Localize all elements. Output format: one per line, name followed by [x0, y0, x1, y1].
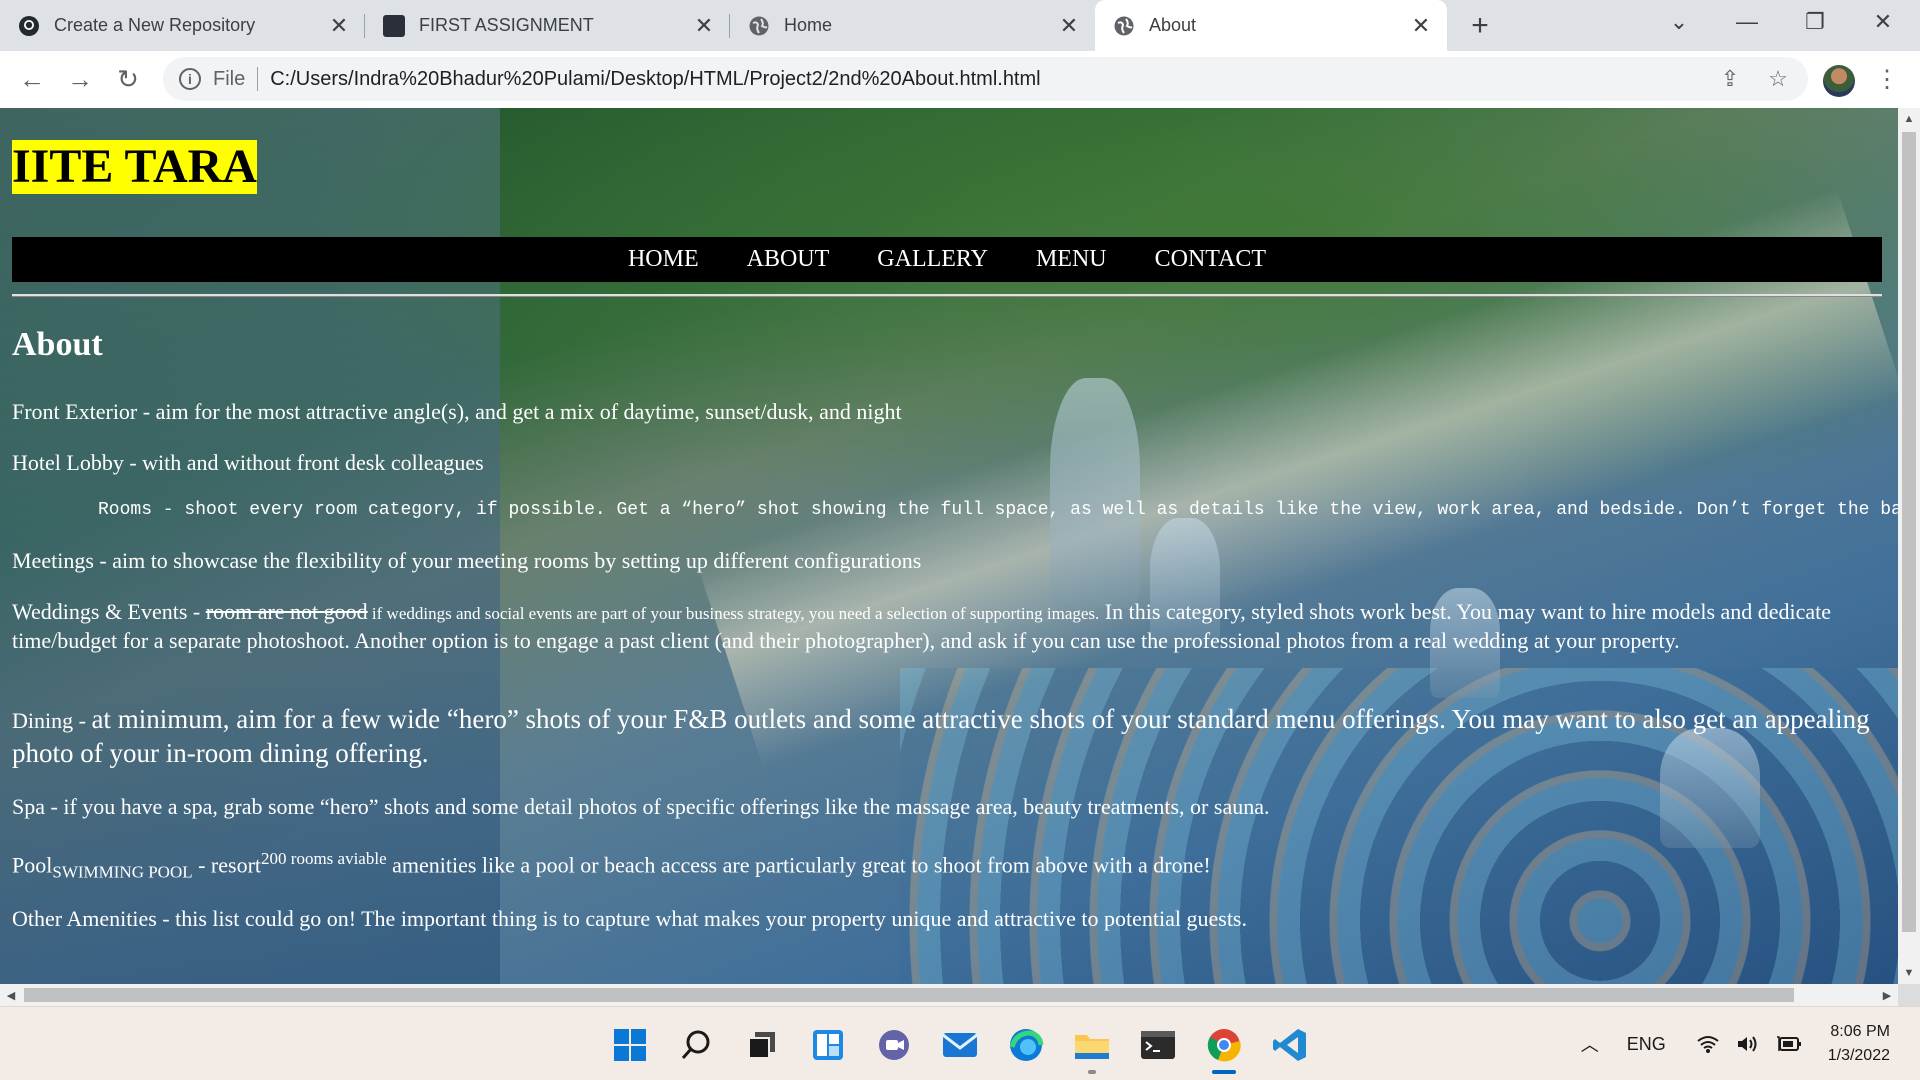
language-indicator[interactable]: ENG — [1627, 1034, 1666, 1055]
tab-label: About — [1149, 15, 1197, 35]
new-tab-button[interactable]: + — [1462, 8, 1498, 44]
main-nav: HOME ABOUT GALLERY MENU CONTACT — [12, 237, 1882, 282]
weddings-lead: Weddings & Events - — [12, 599, 206, 624]
tab-home[interactable]: Home ✕ — [730, 0, 1095, 51]
mail-icon[interactable] — [940, 1025, 980, 1065]
image-favicon — [383, 14, 405, 37]
site-title: IITE TARA — [12, 140, 257, 194]
horizontal-rule — [12, 294, 1882, 297]
tab-strip: Create a New Repository ✕ FIRST ASSIGNME… — [0, 0, 1920, 51]
reload-button[interactable]: ↻ — [110, 61, 146, 97]
url-scheme: File — [213, 67, 246, 90]
url-text[interactable]: C:/Users/Indra%20Bhadur%20Pulami/Desktop… — [270, 68, 1040, 91]
close-tab-icon[interactable]: ✕ — [1053, 10, 1085, 42]
globe-icon — [1113, 15, 1135, 37]
pool-rest: amenities like a pool or beach access ar… — [386, 852, 1211, 878]
show-hidden-icons-icon[interactable]: ︿ — [1581, 1031, 1599, 1057]
nav-contact[interactable]: CONTACT — [1155, 246, 1266, 273]
meetings-text: Meetings - aim to showcase the flexibili… — [12, 548, 922, 573]
weddings-small-text: if weddings and social events are part o… — [367, 604, 1100, 623]
front-exterior-text: Front Exterior - aim for the most attrac… — [12, 399, 902, 424]
vscode-icon[interactable] — [1270, 1025, 1310, 1065]
scroll-up-icon[interactable]: ▲ — [1902, 112, 1916, 126]
bookmark-star-icon[interactable]: ☆ — [1760, 61, 1796, 97]
scroll-down-icon[interactable]: ▼ — [1902, 966, 1916, 980]
browser-toolbar: ← → ↻ i File C:/Users/Indra%20Bhadur%20P… — [0, 51, 1920, 109]
nav-about[interactable]: ABOUT — [747, 246, 830, 273]
terminal-icon[interactable] — [1138, 1025, 1178, 1065]
nav-gallery[interactable]: GALLERY — [877, 246, 988, 273]
forward-button[interactable]: → — [62, 61, 98, 97]
weddings-struck-text: room are not good — [205, 599, 368, 624]
spa-text: Spa - if you have a spa, grab some “hero… — [12, 794, 1270, 819]
taskbar: ︿ ENG 8:06 PM 1/3/2022 — [0, 1006, 1920, 1080]
page-heading: About — [12, 326, 103, 363]
nav-home[interactable]: HOME — [628, 246, 699, 273]
dining-paragraph: Dining - at minimum, aim for a few wide … — [12, 703, 1882, 771]
dining-big-text: at minimum, aim for a few wide “hero” sh… — [12, 704, 1870, 768]
chrome-icon[interactable] — [1204, 1025, 1244, 1074]
horizontal-scrollbar[interactable]: ◀ ▶ — [0, 984, 1898, 1006]
profile-avatar[interactable] — [1823, 65, 1855, 97]
tab-first-assignment[interactable]: FIRST ASSIGNMENT ✕ — [365, 0, 730, 51]
widgets-icon[interactable] — [808, 1025, 848, 1065]
clock-date: 1/3/2022 — [1827, 1047, 1890, 1064]
search-icon[interactable] — [676, 1025, 716, 1065]
share-icon[interactable]: ⇪ — [1712, 61, 1748, 97]
vertical-scrollbar[interactable]: ▲ ▼ — [1898, 108, 1920, 984]
pool-lead: Pool — [12, 852, 53, 878]
globe-icon — [748, 15, 770, 37]
close-window-button[interactable]: ✕ — [1850, 0, 1916, 44]
clock[interactable]: 8:06 PM 1/3/2022 — [1828, 1020, 1890, 1068]
weddings-paragraph: Weddings & Events - room are not good if… — [12, 598, 1882, 654]
chat-icon[interactable] — [874, 1025, 914, 1065]
hotel-lobby-text: Hotel Lobby - with and without front des… — [12, 450, 484, 475]
page-viewport: IITE TARA HOME ABOUT GALLERY MENU CONTAC… — [0, 108, 1898, 984]
dining-lead: Dining - — [12, 708, 92, 733]
tab-search-icon[interactable]: ⌄ — [1646, 0, 1712, 44]
pool-superscript: 200 rooms aviable — [261, 849, 387, 868]
pool-mid: - resort — [192, 852, 262, 878]
close-tab-icon[interactable]: ✕ — [688, 10, 720, 42]
tab-label: Create a New Repository — [54, 15, 256, 35]
address-bar[interactable]: i File C:/Users/Indra%20Bhadur%20Pulami/… — [163, 57, 1808, 101]
github-icon — [18, 15, 40, 37]
scroll-left-icon[interactable]: ◀ — [4, 988, 18, 1002]
wifi-icon[interactable] — [1696, 1034, 1720, 1054]
scroll-right-icon[interactable]: ▶ — [1880, 988, 1894, 1002]
horizontal-scroll-thumb[interactable] — [24, 988, 1794, 1002]
restore-button[interactable]: ❐ — [1782, 0, 1848, 44]
edge-icon[interactable] — [1006, 1025, 1046, 1065]
close-tab-icon[interactable]: ✕ — [323, 10, 355, 42]
tab-label: FIRST ASSIGNMENT — [419, 15, 594, 35]
volume-icon[interactable] — [1736, 1034, 1760, 1054]
start-icon[interactable] — [610, 1025, 650, 1065]
system-tray: ︿ ENG 8:06 PM 1/3/2022 — [1573, 1007, 1920, 1080]
file-explorer-icon[interactable] — [1072, 1025, 1112, 1074]
vertical-scroll-thumb[interactable] — [1902, 132, 1916, 932]
tab-about[interactable]: About ✕ — [1095, 0, 1447, 51]
tab-label: Home — [784, 15, 833, 35]
nav-menu[interactable]: MENU — [1036, 246, 1107, 273]
pool-paragraph: PoolSWIMMING POOL - resort200 rooms avia… — [12, 845, 1882, 886]
minimize-button[interactable]: — — [1714, 0, 1780, 44]
rooms-text: Rooms - shoot every room category, if po… — [98, 500, 1898, 520]
battery-icon[interactable] — [1776, 1035, 1802, 1053]
other-amenities-text: Other Amenities - this list could go on!… — [12, 906, 1247, 931]
divider — [257, 67, 259, 91]
pool-subscript: SWIMMING POOL — [52, 862, 193, 882]
back-button[interactable]: ← — [14, 61, 50, 97]
close-tab-icon[interactable]: ✕ — [1405, 10, 1437, 42]
more-menu-icon[interactable]: ⋮ — [1872, 61, 1902, 97]
info-icon[interactable]: i — [179, 68, 201, 90]
scrollbar-corner — [1898, 984, 1920, 1006]
clock-time: 8:06 PM — [1830, 1023, 1890, 1040]
tab-create-repository[interactable]: Create a New Repository ✕ — [0, 0, 365, 51]
task-view-icon[interactable] — [742, 1025, 782, 1065]
